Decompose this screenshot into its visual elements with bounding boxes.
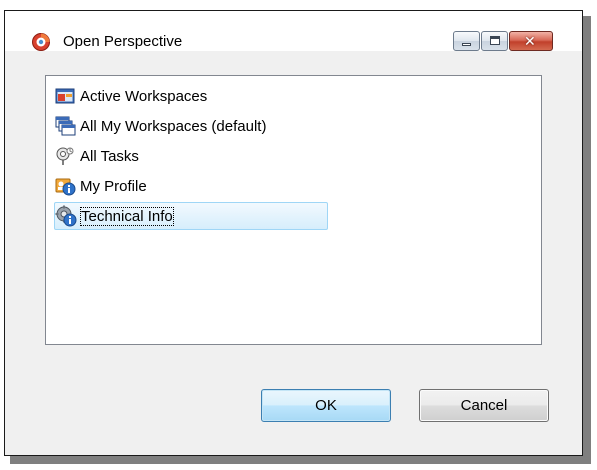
maximize-button[interactable] xyxy=(481,31,508,51)
list-item-my-profile[interactable]: My Profile xyxy=(54,172,147,200)
ok-button[interactable]: OK xyxy=(261,389,391,422)
list-item-all-my-workspaces[interactable]: All My Workspaces (default) xyxy=(54,112,266,140)
all-workspaces-icon xyxy=(55,116,76,136)
active-workspaces-icon xyxy=(55,88,75,104)
technical-info-icon xyxy=(55,205,77,227)
perspective-list[interactable]: Active Workspaces All My Workspaces (def… xyxy=(45,75,542,345)
maximize-icon xyxy=(490,36,500,45)
perspective-app-icon xyxy=(32,33,50,51)
minimize-icon xyxy=(462,43,471,46)
close-button[interactable]: ✕ xyxy=(509,31,553,51)
minimize-button[interactable] xyxy=(453,31,480,51)
list-item-label: My Profile xyxy=(80,177,147,195)
list-item-label: Technical Info xyxy=(80,206,174,226)
list-item-label: All My Workspaces (default) xyxy=(80,117,267,135)
list-item-all-tasks[interactable]: All Tasks xyxy=(54,142,139,170)
cancel-button[interactable]: Cancel xyxy=(419,389,549,422)
screen: Open Perspective ✕ Active Workspaces All… xyxy=(0,0,597,470)
list-item-label: All Tasks xyxy=(80,147,139,165)
open-perspective-dialog: Open Perspective ✕ Active Workspaces All… xyxy=(4,10,583,456)
title-bar[interactable]: Open Perspective ✕ xyxy=(5,11,582,51)
list-item-label: Active Workspaces xyxy=(80,87,208,105)
close-icon: ✕ xyxy=(524,33,536,49)
profile-icon xyxy=(55,178,76,196)
tasks-icon xyxy=(56,147,74,165)
dialog-title: Open Perspective xyxy=(63,33,183,50)
list-item-active-workspaces[interactable]: Active Workspaces xyxy=(54,82,207,110)
list-item-technical-info[interactable]: Technical Info xyxy=(54,202,328,230)
